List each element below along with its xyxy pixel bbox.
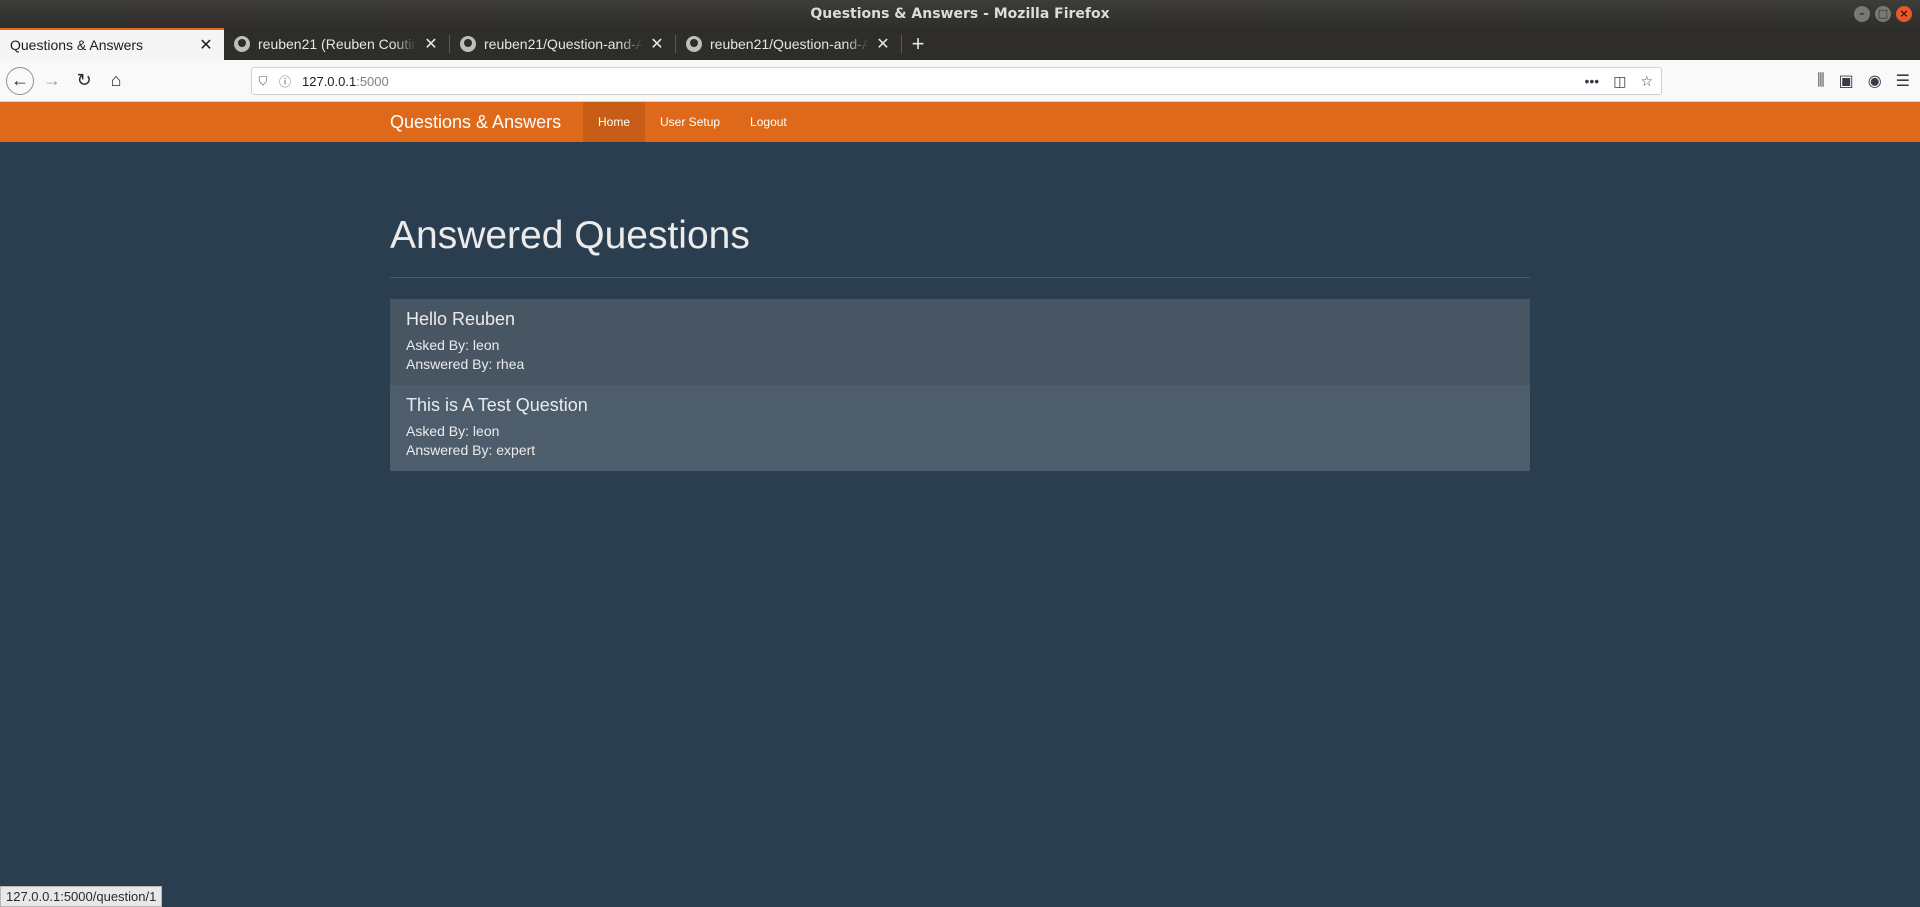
url-bar[interactable]: ⛉ ⓘ 127.0.0.1:5000 ••• ◫ ☆: [251, 67, 1662, 95]
site-brand[interactable]: Questions & Answers: [390, 102, 561, 142]
tab-close-icon[interactable]: ✕: [875, 34, 891, 54]
url-host: 127.0.0.1: [302, 73, 357, 89]
tab-close-icon[interactable]: ✕: [423, 34, 439, 54]
site-nav-links: Home User Setup Logout: [583, 102, 802, 142]
new-tab-icon[interactable]: +: [902, 28, 934, 60]
close-window-icon[interactable]: ×: [1896, 6, 1912, 22]
page-content: Questions & Answers Home User Setup Logo…: [0, 102, 1920, 907]
minimize-icon[interactable]: –: [1854, 6, 1870, 22]
tab-label: reuben21/Question-and-Answer: [484, 36, 643, 52]
back-arrow-icon[interactable]: ←: [6, 66, 34, 95]
window-title: Questions & Answers - Mozilla Firefox: [810, 6, 1110, 22]
library-icon[interactable]: ⫼: [1817, 72, 1824, 90]
shield-icon[interactable]: ⛉: [252, 74, 274, 89]
question-item[interactable]: Hello Reuben Asked By: leon Answered By:…: [390, 299, 1530, 385]
nav-home[interactable]: Home: [583, 102, 646, 142]
question-item[interactable]: This is A Test Question Asked By: leon A…: [390, 385, 1530, 471]
tab-label: reuben21/Question-and-Answer: [710, 36, 869, 52]
tab-strip: Questions & Answers ✕ reuben21 (Reuben C…: [0, 28, 1920, 60]
maximize-icon[interactable]: □: [1875, 6, 1891, 22]
sidebar-icon[interactable]: ▣: [1839, 71, 1854, 91]
page-title: Answered Questions: [390, 214, 750, 257]
url-actions: ••• ◫ ☆: [1584, 73, 1653, 90]
answered-by: Answered By: expert: [406, 442, 536, 458]
tab-github-repo[interactable]: reuben21/Question-and-Answer ✕: [450, 28, 675, 60]
pocket-icon[interactable]: ◫: [1613, 73, 1626, 90]
github-icon: [686, 36, 702, 52]
nav-user-setup[interactable]: User Setup: [645, 102, 735, 142]
tab-github-repo-2[interactable]: reuben21/Question-and-Answer ✕: [676, 28, 901, 60]
forward-arrow-icon[interactable]: →: [38, 67, 66, 95]
browser-toolbar: ← → ↻ ⌂ ⛉ ⓘ 127.0.0.1:5000 ••• ◫ ☆ ⫼ ▣ ◉…: [0, 60, 1920, 102]
question-title: This is A Test Question: [406, 395, 588, 415]
bookmark-star-icon[interactable]: ☆: [1640, 73, 1653, 90]
tab-close-icon[interactable]: ✕: [649, 34, 665, 54]
info-icon[interactable]: ⓘ: [274, 73, 296, 90]
question-title: Hello Reuben: [406, 309, 516, 329]
toolbar-right: ⫼ ▣ ◉ ☰: [1817, 60, 1910, 102]
tab-github-profile[interactable]: reuben21 (Reuben Coutinho) ✕: [224, 28, 449, 60]
window-controls: – □ ×: [1854, 6, 1912, 22]
page-actions-icon[interactable]: •••: [1584, 73, 1599, 90]
nav-logout[interactable]: Logout: [735, 102, 802, 142]
reload-icon[interactable]: ↻: [70, 67, 98, 95]
tab-questions-answers[interactable]: Questions & Answers ✕: [0, 28, 224, 60]
tab-label: Questions & Answers: [10, 37, 144, 53]
asked-by: Asked By: leon: [406, 337, 500, 353]
status-bar-url: 127.0.0.1:5000/question/1: [0, 886, 163, 907]
asked-by: Asked By: leon: [406, 423, 500, 439]
github-icon: [460, 36, 476, 52]
menu-icon[interactable]: ☰: [1896, 71, 1910, 91]
account-icon[interactable]: ◉: [1868, 71, 1882, 91]
site-navbar: Questions & Answers Home User Setup Logo…: [0, 102, 1920, 142]
answered-by: Answered By: rhea: [406, 356, 525, 372]
home-icon[interactable]: ⌂: [102, 67, 130, 95]
tab-label: reuben21 (Reuben Coutinho): [258, 36, 417, 52]
question-list: Hello Reuben Asked By: leon Answered By:…: [390, 299, 1530, 471]
divider: [390, 277, 1530, 278]
window-titlebar: Questions & Answers - Mozilla Firefox – …: [0, 0, 1920, 28]
github-icon: [234, 36, 250, 52]
tab-close-icon[interactable]: ✕: [198, 35, 214, 55]
url-port: :5000: [356, 73, 389, 89]
